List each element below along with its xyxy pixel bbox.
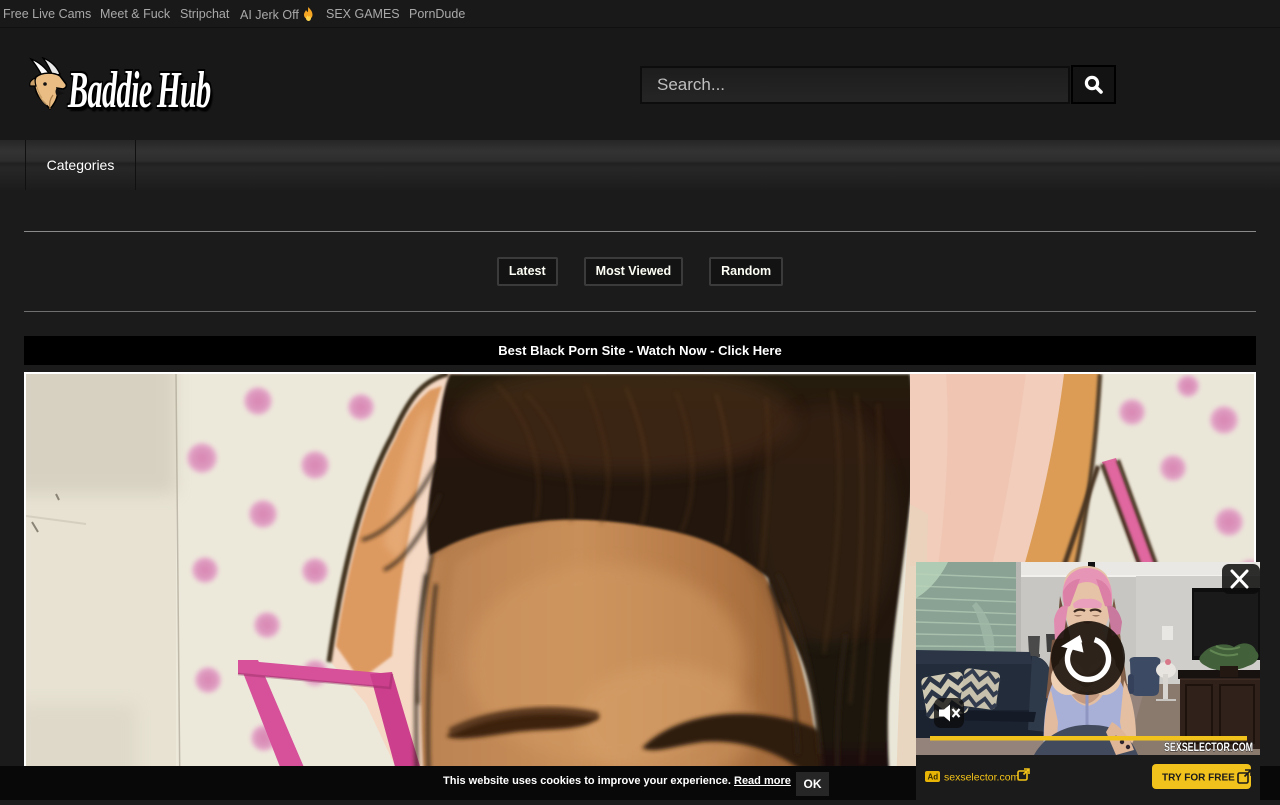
svg-text:TRY FOR FREE: TRY FOR FREE <box>1162 773 1235 784</box>
svg-text:SEXSELECTOR.COM: SEXSELECTOR.COM <box>1164 742 1253 754</box>
svg-text:Ad: Ad <box>928 773 939 782</box>
svg-text:sexselector.com: sexselector.com <box>944 772 1020 784</box>
